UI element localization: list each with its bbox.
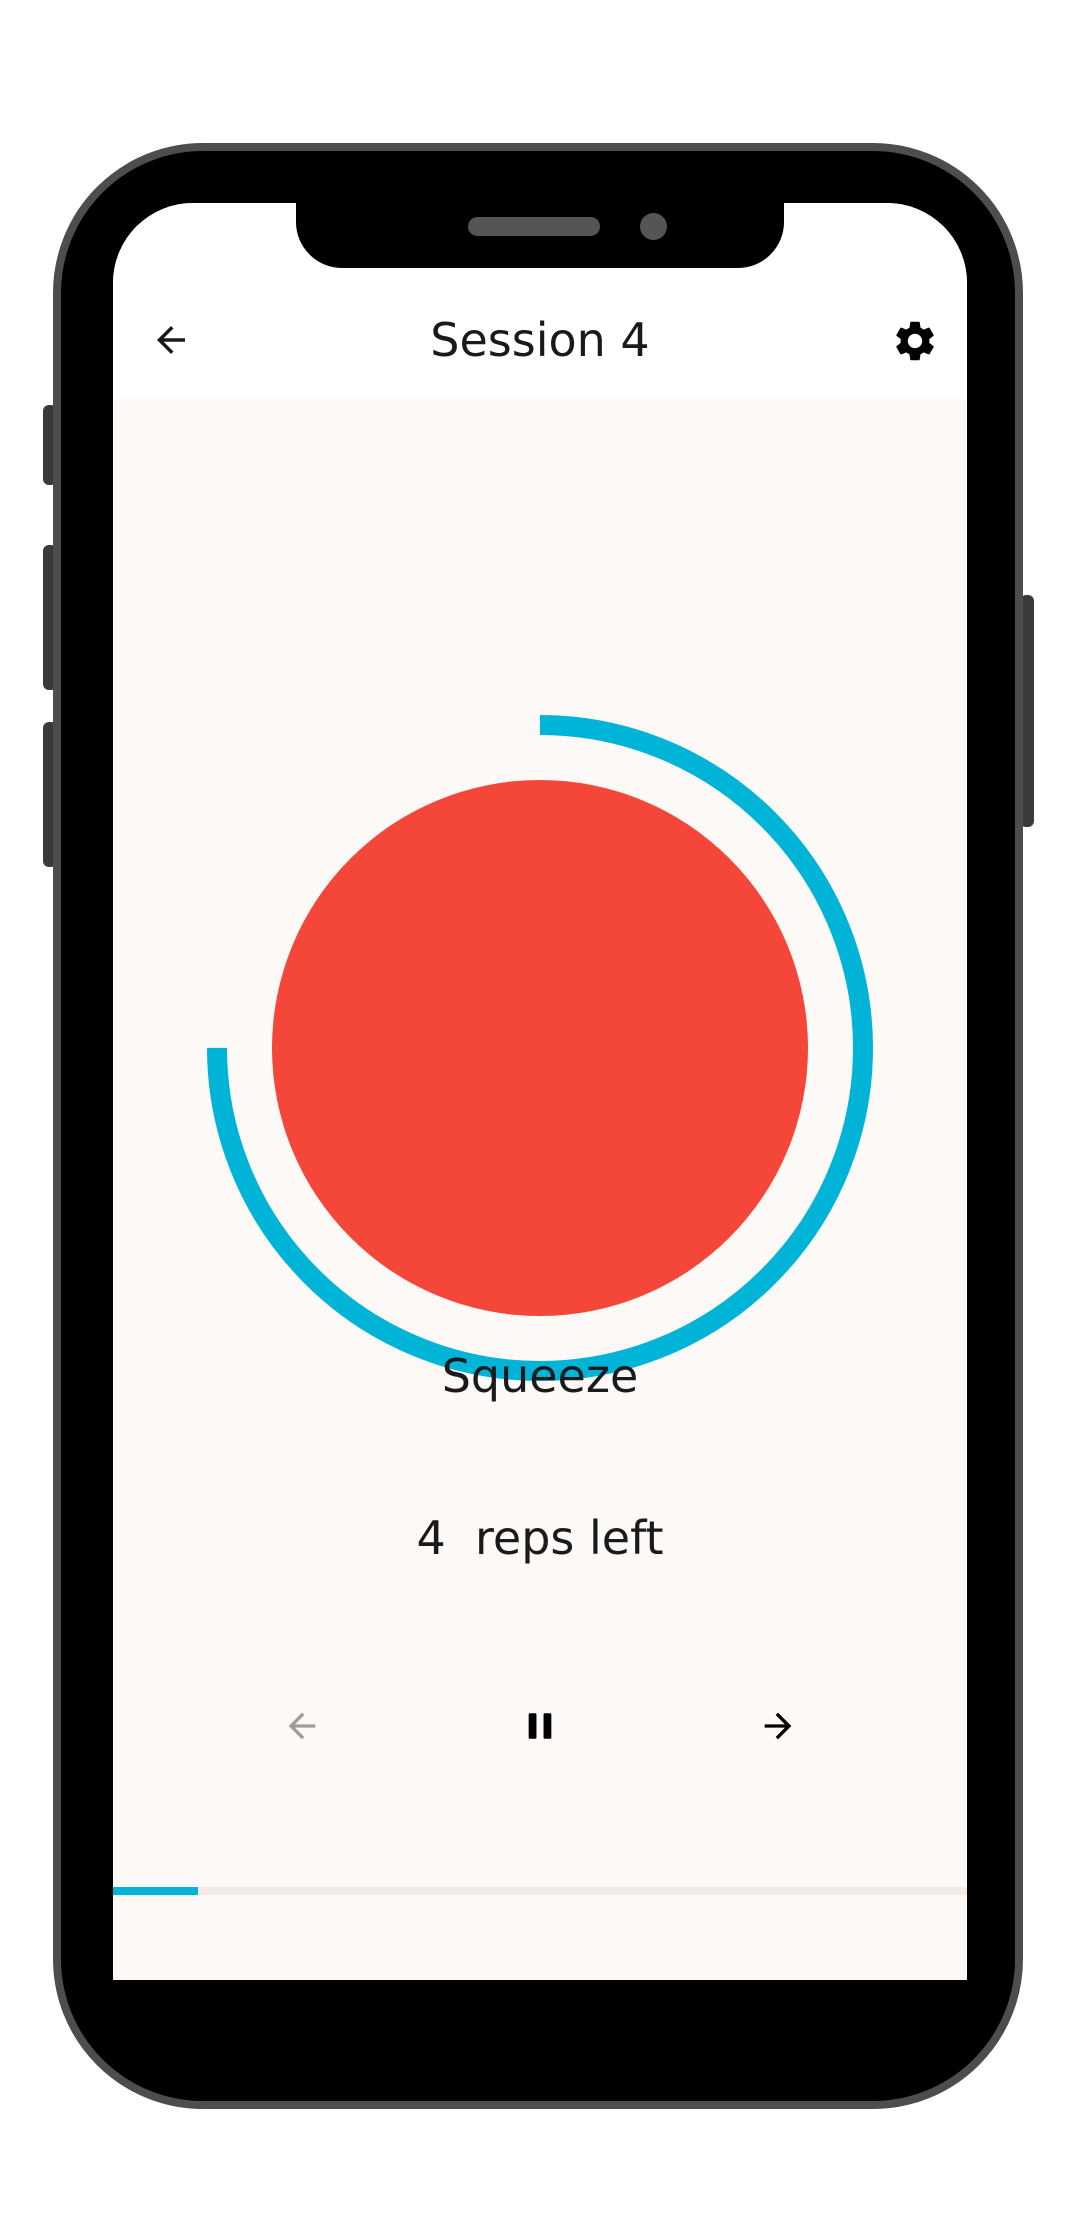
exercise-phase-label: Squeeze	[441, 1349, 639, 1403]
bottom-bezel	[113, 1980, 967, 2097]
arrow-right-icon	[764, 1712, 792, 1740]
page-title: Session 4	[430, 313, 650, 367]
pause-button[interactable]	[505, 1691, 575, 1761]
reps-remaining: 4 reps left	[416, 1511, 664, 1565]
pause-icon	[528, 1713, 552, 1739]
breathing-visual	[207, 715, 873, 1381]
gear-icon	[896, 321, 934, 361]
squeeze-circle	[272, 780, 808, 1316]
session-progress-fill	[113, 1887, 199, 1895]
settings-button[interactable]	[887, 313, 943, 369]
session-progress-track	[113, 1887, 967, 1895]
arrow-left-icon	[288, 1712, 316, 1740]
speaker-grille	[468, 217, 600, 236]
front-camera	[640, 213, 667, 240]
next-button[interactable]	[743, 1691, 813, 1761]
app-screen: Session 4 Squeeze 4 reps left	[113, 203, 967, 1980]
previous-button[interactable]	[267, 1691, 337, 1761]
